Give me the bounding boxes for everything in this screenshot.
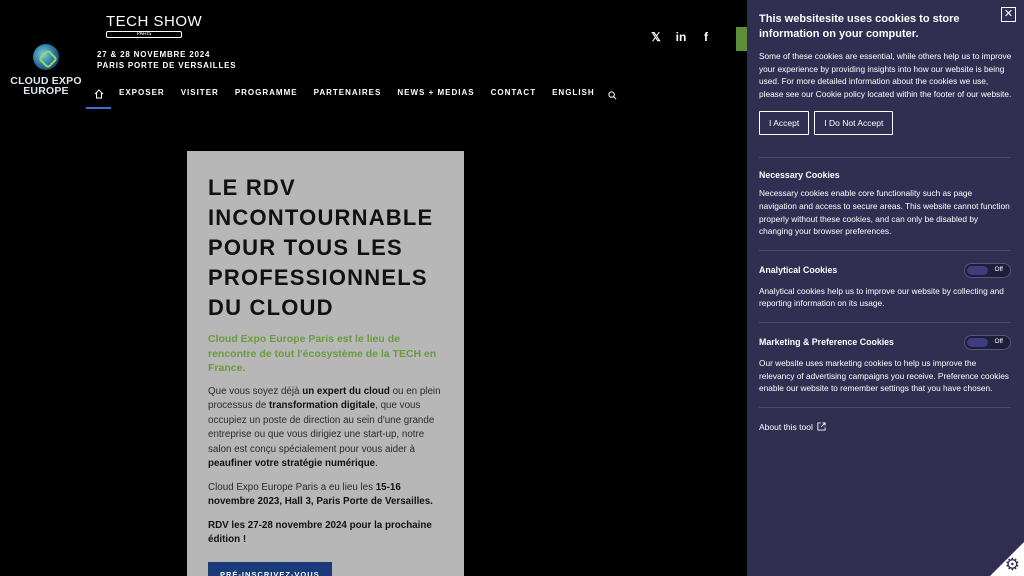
logo-line2: EUROPE — [23, 85, 69, 97]
external-link-icon — [817, 422, 826, 431]
nav-item-contact[interactable]: CONTACT — [483, 81, 545, 109]
analytical-cookies-title: Analytical Cookies — [759, 265, 838, 276]
hero-title-line: INCONTOURNABLE — [208, 205, 434, 230]
techshow-logo[interactable]: TECH SHOW PARIS — [106, 14, 202, 38]
divider — [759, 157, 1011, 159]
logo-globe-icon — [33, 44, 59, 70]
toggle-knob — [967, 337, 988, 347]
gear-icon: ⚙ — [1004, 555, 1020, 574]
divider — [759, 321, 1011, 323]
marketing-cookies-desc: Our website uses marketing cookies to he… — [759, 357, 1009, 394]
search-icon — [608, 90, 617, 99]
nav-item-english[interactable]: ENGLISH — [544, 81, 603, 109]
header-cta-tab[interactable] — [736, 27, 747, 51]
nav-search[interactable] — [603, 81, 623, 109]
necessary-cookies-desc: Necessary cookies enable core functional… — [759, 188, 1010, 237]
necessary-cookies-section: Necessary Cookies Necessary cookies enab… — [759, 170, 1012, 237]
home-icon — [94, 89, 103, 99]
hero-title-line: DU CLOUD — [208, 295, 334, 320]
cloud-expo-logo[interactable]: CLOUD EXPO EUROPE — [6, 44, 86, 96]
nav-item-exposer[interactable]: EXPOSER — [111, 81, 173, 109]
accept-button[interactable]: I Accept — [759, 111, 810, 136]
nav-item-visiter[interactable]: VISITER — [173, 81, 227, 109]
divider — [759, 249, 1011, 251]
marketing-cookies-title: Marketing & Preference Cookies — [759, 337, 894, 348]
linkedin-icon[interactable]: in — [675, 30, 687, 44]
main-nav: EXPOSER VISITER PROGRAMME PARTENAIRES NE… — [86, 80, 623, 110]
social-links: 𝕏 in f — [650, 30, 712, 44]
necessary-cookies-title: Necessary Cookies — [759, 170, 840, 181]
nav-home[interactable] — [86, 81, 111, 109]
hero-title-line: LE RDV — [208, 175, 296, 200]
hero-lead: Cloud Expo Europe Paris est le lieu de r… — [208, 333, 437, 374]
hero-card: LE RDV INCONTOURNABLE POUR TOUS LES PROF… — [187, 151, 464, 576]
marketing-cookies-toggle[interactable]: Off — [964, 334, 1011, 350]
about-tool-label: About this tool — [759, 421, 813, 432]
marketing-cookies-section: Marketing & Preference Cookies Off Our w… — [759, 334, 1012, 395]
toggle-state: Off — [994, 337, 1003, 345]
hero-paragraph-1: Que vous soyez déjà un expert du cloud o… — [208, 385, 441, 470]
toggle-state: Off — [994, 265, 1003, 273]
analytical-cookies-desc: Analytical cookies help us to improve ou… — [759, 285, 1004, 309]
x-icon[interactable]: 𝕏 — [650, 30, 662, 44]
hero-title-line: PROFESSIONNELS — [208, 265, 428, 290]
cookie-intro: Some of these cookies are essential, whi… — [759, 51, 1012, 99]
techshow-subtitle: PARIS — [106, 31, 182, 38]
nav-item-news-medias[interactable]: NEWS + MEDIAS — [389, 81, 482, 109]
divider — [759, 406, 1011, 408]
event-date: 27 & 28 NOVEMBRE 2024 — [97, 50, 211, 59]
cookie-title: This websitesite uses cookies to store i… — [759, 13, 960, 40]
decline-button[interactable]: I Do Not Accept — [814, 111, 894, 136]
nav-item-partenaires[interactable]: PARTENAIRES — [306, 81, 390, 109]
toggle-knob — [967, 265, 988, 275]
event-venue: PARIS PORTE DE VERSAILLES — [97, 61, 237, 70]
hero-title-line: POUR TOUS LES — [208, 235, 403, 260]
analytical-cookies-section: Analytical Cookies Off Analytical cookie… — [759, 262, 1012, 310]
techshow-title: TECH SHOW — [106, 13, 203, 30]
cookie-actions: I Accept I Do Not Accept — [759, 111, 1012, 136]
close-icon[interactable]: ✕ — [1001, 7, 1016, 22]
nav-item-programme[interactable]: PROGRAMME — [227, 81, 306, 109]
cookie-settings-corner[interactable]: ⚙ — [990, 542, 1024, 576]
event-dates: 27 & 28 NOVEMBRE 2024 PARIS PORTE DE VER… — [97, 49, 236, 71]
hero-paragraph-3: RDV les 27-28 novembre 2024 pour la proc… — [208, 519, 432, 546]
analytical-cookies-toggle[interactable]: Off — [964, 262, 1011, 278]
preregister-button[interactable]: PRÉ-INSCRIVEZ-VOUS — [208, 561, 332, 576]
facebook-icon[interactable]: f — [700, 30, 712, 44]
hero-paragraph-2: Cloud Expo Europe Paris a eu lieu les 15… — [208, 481, 433, 508]
hero-title: LE RDV INCONTOURNABLE POUR TOUS LES PROF… — [208, 173, 448, 323]
about-tool-link[interactable]: About this tool — [759, 422, 1012, 432]
cookie-panel: ✕ This websitesite uses cookies to store… — [747, 0, 1024, 576]
